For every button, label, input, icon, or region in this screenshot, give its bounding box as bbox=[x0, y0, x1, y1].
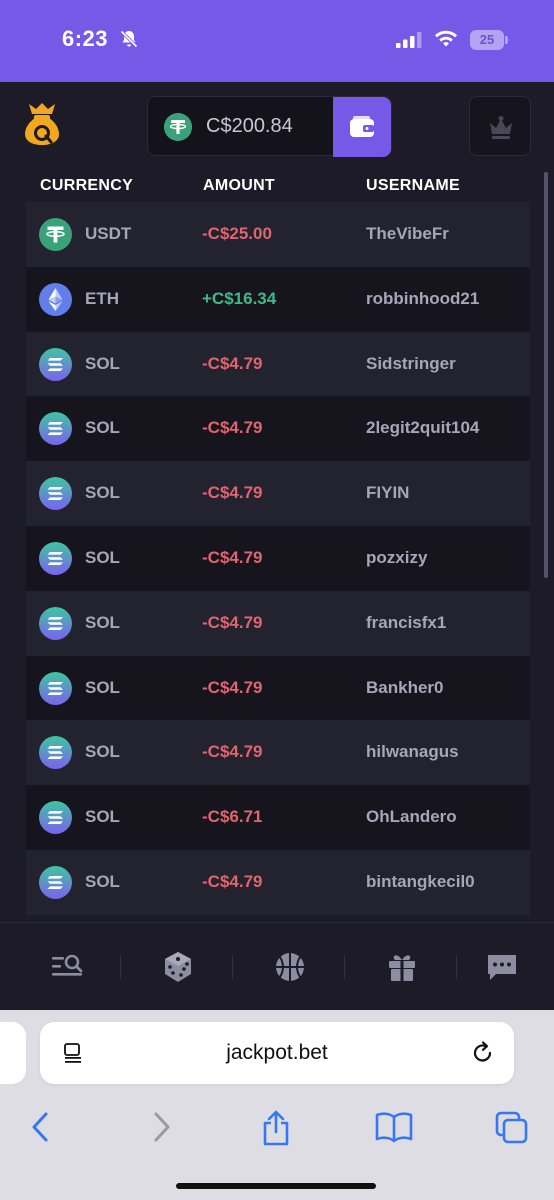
sol-coin-icon bbox=[39, 671, 72, 705]
amount-cell: -C$4.79 bbox=[202, 612, 263, 632]
battery-level: 25 bbox=[470, 30, 504, 50]
currency-cell: SOL bbox=[85, 612, 120, 632]
username-cell[interactable]: 2legit2quit104 bbox=[366, 418, 479, 438]
back-arrow-icon[interactable] bbox=[28, 1110, 54, 1144]
scrollbar[interactable] bbox=[544, 172, 548, 578]
basketball-icon[interactable] bbox=[270, 947, 310, 987]
username-cell[interactable]: FIYIN bbox=[366, 483, 409, 503]
crown-icon bbox=[490, 116, 512, 139]
currency-cell: SOL bbox=[85, 871, 120, 891]
amount-cell: -C$4.79 bbox=[202, 871, 263, 891]
currency-cell: SOL bbox=[85, 677, 120, 697]
wallet-button[interactable] bbox=[333, 97, 391, 157]
dice-icon[interactable] bbox=[158, 947, 198, 987]
table-row[interactable]: ETH +C$16.34 robbinhood21 bbox=[26, 266, 530, 332]
table-body: USDT -C$25.00 TheVibeFr ETH +C$16.34 robbinho… bbox=[26, 202, 530, 915]
eth-coin-icon bbox=[39, 282, 72, 316]
app-header: C$200.84 bbox=[0, 82, 554, 170]
currency-cell: USDT bbox=[85, 224, 132, 243]
table-row[interactable]: USDT -C$25.00 TheVibeFr bbox=[26, 202, 530, 267]
wallet-icon bbox=[350, 116, 374, 137]
sol-coin-icon bbox=[39, 412, 72, 446]
home-indicator bbox=[176, 1183, 376, 1189]
transactions-table: CURRENCY AMOUNT USERNAME USDT -C$25.00 The… bbox=[26, 170, 530, 922]
browser-chrome: jackpot.bet bbox=[0, 1010, 554, 1200]
username-cell[interactable]: bintangkecil0 bbox=[366, 872, 475, 892]
amount-cell: -C$4.79 bbox=[202, 353, 263, 373]
balance-display[interactable]: C$200.84 bbox=[147, 96, 392, 157]
sol-coin-icon bbox=[39, 477, 72, 511]
bookmarks-icon[interactable] bbox=[374, 1110, 414, 1144]
username-cell[interactable]: Sidstringer bbox=[366, 354, 456, 374]
sol-coin-icon bbox=[39, 865, 72, 899]
wifi-icon bbox=[435, 30, 457, 47]
table-row[interactable]: SOL -C$4.79 Bankher0 bbox=[26, 655, 530, 721]
gift-icon[interactable] bbox=[382, 947, 422, 987]
amount-cell: -C$4.79 bbox=[202, 418, 263, 438]
bell-muted-icon bbox=[120, 30, 138, 48]
bottom-nav bbox=[0, 922, 554, 1010]
previous-tab-preview[interactable] bbox=[0, 1022, 26, 1084]
amount-cell: -C$4.79 bbox=[202, 547, 263, 567]
currency-cell: SOL bbox=[85, 418, 120, 438]
username-cell[interactable]: TheVibeFr bbox=[366, 224, 449, 244]
amount-cell: -C$25.00 bbox=[202, 224, 272, 243]
url-text: jackpot.bet bbox=[226, 1041, 328, 1064]
amount-cell: +C$16.34 bbox=[202, 288, 277, 308]
username-cell[interactable]: robbinhood21 bbox=[366, 289, 479, 309]
amount-cell: -C$4.79 bbox=[202, 483, 263, 503]
username-cell[interactable]: francisfx1 bbox=[366, 613, 446, 633]
username-cell[interactable]: Bankher0 bbox=[366, 678, 443, 698]
table-row[interactable]: SOL -C$6.71 OhLandero bbox=[26, 785, 530, 850]
table-header: CURRENCY AMOUNT USERNAME bbox=[26, 170, 530, 202]
currency-cell: SOL bbox=[85, 483, 120, 503]
table-row[interactable]: SOL -C$4.79 francisfx1 bbox=[26, 590, 530, 656]
currency-cell: SOL bbox=[85, 353, 120, 373]
currency-cell: SOL bbox=[85, 807, 120, 827]
username-cell[interactable]: pozxizy bbox=[366, 548, 427, 568]
jackpot-logo-icon[interactable] bbox=[22, 102, 62, 148]
table-row[interactable]: SOL -C$4.79 bintangkecil0 bbox=[26, 849, 530, 915]
search-icon[interactable] bbox=[50, 947, 90, 987]
tether-coin-icon bbox=[164, 113, 192, 141]
column-header-currency: CURRENCY bbox=[40, 177, 134, 194]
table-row[interactable]: SOL -C$4.79 hilwanagus bbox=[26, 720, 530, 786]
sol-coin-icon bbox=[39, 606, 72, 640]
vip-crown-button[interactable] bbox=[469, 96, 531, 156]
usdt-coin-icon bbox=[39, 218, 72, 251]
sol-coin-icon bbox=[39, 801, 72, 835]
amount-cell: -C$4.79 bbox=[202, 677, 263, 697]
amount-cell: -C$4.79 bbox=[202, 742, 263, 762]
share-icon[interactable] bbox=[260, 1110, 292, 1146]
chat-icon[interactable] bbox=[482, 947, 522, 987]
status-bar: 6:23 25 bbox=[0, 0, 554, 82]
status-time: 6:23 bbox=[62, 26, 109, 51]
sol-coin-icon bbox=[39, 541, 72, 575]
balance-amount: C$200.84 bbox=[206, 115, 293, 137]
cellular-signal-icon bbox=[396, 32, 422, 48]
table-row[interactable]: SOL -C$4.79 Sidstringer bbox=[26, 331, 530, 397]
address-bar[interactable]: jackpot.bet bbox=[40, 1022, 514, 1084]
forward-arrow-icon[interactable] bbox=[148, 1110, 174, 1144]
sol-coin-icon bbox=[39, 347, 72, 381]
table-row[interactable]: SOL -C$4.79 pozxizy bbox=[26, 525, 530, 591]
currency-cell: ETH bbox=[85, 288, 119, 308]
currency-cell: SOL bbox=[85, 742, 120, 762]
amount-cell: -C$6.71 bbox=[202, 807, 263, 827]
username-cell[interactable]: OhLandero bbox=[366, 807, 457, 827]
column-header-amount: AMOUNT bbox=[203, 177, 276, 194]
username-cell[interactable]: hilwanagus bbox=[366, 742, 459, 762]
sol-coin-icon bbox=[39, 736, 72, 770]
currency-cell: SOL bbox=[85, 547, 120, 567]
tabs-icon[interactable] bbox=[494, 1110, 530, 1146]
reload-icon[interactable] bbox=[470, 1040, 496, 1066]
table-row[interactable]: SOL -C$4.79 FIYIN bbox=[26, 461, 530, 526]
table-row[interactable]: SOL -C$4.79 2legit2quit104 bbox=[26, 396, 530, 462]
battery-icon: 25 bbox=[470, 30, 508, 50]
column-header-username: USERNAME bbox=[366, 177, 460, 194]
